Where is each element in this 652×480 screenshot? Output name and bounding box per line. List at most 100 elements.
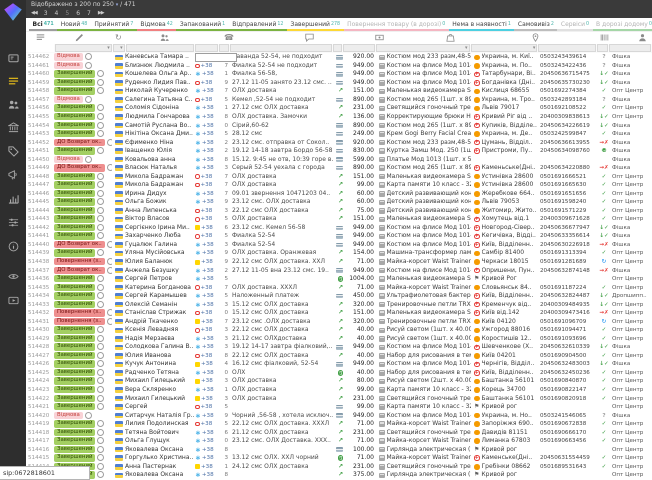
tracking-number[interactable] bbox=[539, 471, 598, 479]
page-button[interactable]: 5 bbox=[65, 10, 69, 17]
tracking-number[interactable]: 0503242599847 bbox=[539, 130, 598, 138]
tracking-number[interactable]: 0501691187224 bbox=[539, 284, 598, 292]
phone-value[interactable]: +38 bbox=[202, 122, 214, 130]
table-row[interactable]: 514462 Відмова Каневська Тамара .. ∗+38 … bbox=[26, 53, 652, 62]
tracking-number[interactable]: 0503242893184 bbox=[539, 96, 598, 104]
filter-cell-ts[interactable] bbox=[597, 44, 608, 52]
table-row[interactable]: 514458 Завершений Николай Кучеренко ∗+38… bbox=[26, 87, 652, 96]
tracking-number[interactable] bbox=[539, 403, 598, 411]
tracking-number[interactable]: 0501691093696 bbox=[539, 335, 598, 343]
page-button[interactable]: 7 bbox=[87, 10, 91, 17]
tracking-number[interactable]: 0501691313394 bbox=[539, 249, 598, 257]
table-row[interactable]: 514433 Завершений Олексій Семанін ∗+38 3… bbox=[26, 300, 652, 309]
table-row[interactable]: 514437 ДО Возврат ок.. Анжела Безушку ∗+… bbox=[26, 266, 652, 275]
tracking-number[interactable]: 0503243422436 bbox=[539, 62, 598, 70]
clients-icon[interactable] bbox=[0, 96, 26, 112]
tracking-number[interactable]: 20450636613955 bbox=[539, 139, 598, 147]
table-row[interactable]: 514443 Завершений Віктор Власов +38 5 ОЛ… bbox=[26, 215, 652, 224]
phone-value[interactable]: +38 bbox=[202, 275, 214, 283]
phone-value[interactable]: +38 bbox=[201, 318, 213, 326]
tracking-number[interactable]: 0501690840870 bbox=[539, 377, 598, 385]
phone-value[interactable]: +38 bbox=[201, 326, 213, 334]
filter-cell-id[interactable] bbox=[26, 44, 54, 52]
tracking-number[interactable]: 20450634220880 bbox=[539, 164, 598, 172]
phone-value[interactable]: +38 bbox=[202, 301, 214, 309]
tracking-number[interactable]: 20450630226918 bbox=[539, 241, 598, 249]
phone-value[interactable]: +38 bbox=[201, 284, 213, 292]
phone-value[interactable]: +38 bbox=[201, 232, 213, 240]
phone-value[interactable]: +38 bbox=[202, 87, 214, 95]
tab-Прийнятий[interactable]: Прийнятий7 bbox=[91, 19, 137, 32]
table-row[interactable]: 514445 Завершений Ольга Божик ∗+38 9 23.… bbox=[26, 198, 652, 207]
tracking-number[interactable]: 20450635730230 bbox=[539, 79, 598, 87]
info-icon[interactable] bbox=[0, 238, 26, 254]
tracking-number[interactable]: 0501691651656 bbox=[539, 190, 598, 198]
table-row[interactable]: 514430 Завершений Ксенія Левадняя +38 3 … bbox=[26, 326, 652, 335]
phone-value[interactable]: +38 bbox=[202, 437, 214, 445]
tracking-number[interactable]: 20450636677947 bbox=[539, 224, 598, 232]
table-row[interactable]: 514415 Завершений Горгулько Христина.. ∗… bbox=[26, 454, 652, 463]
tracking-number[interactable]: 20450632874148 bbox=[539, 267, 598, 275]
phone-value[interactable]: +38 bbox=[202, 70, 214, 78]
table-row[interactable]: 514419 Завершений Лилия Подолинская +38 … bbox=[26, 420, 652, 429]
phone-value[interactable]: +38 bbox=[201, 96, 213, 104]
table-row[interactable]: 514413 Завершений Яковалева Оксана ∗+38 … bbox=[26, 471, 652, 480]
tab-Повернення товару (в дорозі)[interactable]: Повернення товару (в дорозі)0 bbox=[344, 19, 449, 32]
filter-cell-ph[interactable] bbox=[195, 44, 218, 52]
phone-value[interactable]: +38 bbox=[201, 360, 213, 368]
tracking-number[interactable]: 0501692108522 bbox=[539, 104, 598, 112]
filter-cell-pr[interactable] bbox=[343, 44, 375, 52]
phone-value[interactable]: +38 bbox=[202, 446, 214, 454]
marketing-icon[interactable] bbox=[0, 166, 26, 182]
table-row[interactable]: 514454 Завершений Самотій Руслана Во.. ∗… bbox=[26, 121, 652, 130]
tracking-number[interactable]: 20450632483003 bbox=[539, 360, 598, 368]
tracking-number[interactable] bbox=[539, 446, 598, 454]
tracking-number[interactable]: 0501690904500 bbox=[539, 352, 598, 360]
table-row[interactable]: 514424 Завершений Михаил Гилецький +38 3… bbox=[26, 377, 652, 386]
statistics-icon[interactable] bbox=[0, 190, 26, 206]
table-row[interactable]: 514460 Завершений Кошелева Ольга Ар.. ∗+… bbox=[26, 70, 652, 79]
tracking-number[interactable]: 0501691096709 bbox=[539, 318, 598, 326]
video-icon[interactable] bbox=[0, 292, 26, 308]
tracking-number[interactable]: 0503241546065 bbox=[539, 412, 598, 420]
table-row[interactable]: 514453 Завершений Нікітіна Оксана Дми.. … bbox=[26, 130, 652, 139]
phone-value[interactable]: +38 bbox=[201, 181, 213, 189]
tracking-number[interactable]: 20400309473416 bbox=[539, 309, 598, 317]
tab-Самовивіз[interactable]: Самовивіз2 bbox=[514, 19, 557, 32]
phone-value[interactable]: +38 bbox=[202, 471, 214, 479]
phone-value[interactable]: +38 bbox=[202, 267, 214, 275]
table-row[interactable]: 514420 Відмова Ситарчук Наталія Гр.. ∗+3… bbox=[26, 411, 652, 420]
phone-value[interactable]: +38 bbox=[202, 113, 214, 121]
table-row[interactable]: 514444 Завершений Анна Липенська +38 3 2… bbox=[26, 207, 652, 216]
phone-value[interactable]: +38 bbox=[201, 420, 213, 428]
table-row[interactable]: 514436 Завершений Сергей Петров ∗+38 5 ₴… bbox=[26, 275, 652, 284]
table-row[interactable]: 514442 Завершений Сергієнко Ірина Ми.. +… bbox=[26, 224, 652, 233]
table-row[interactable]: 514457 Відмова Салегина Татьяна С.. +38 … bbox=[26, 96, 652, 105]
phone-value[interactable]: +38 bbox=[201, 215, 213, 223]
phone-value[interactable]: +38 bbox=[201, 207, 213, 215]
last-page-button[interactable]: ▶▶ bbox=[98, 10, 104, 16]
table-row[interactable]: 514435 Завершений Катерина Богданова +38… bbox=[26, 283, 652, 292]
page-button[interactable]: 6 bbox=[76, 10, 80, 17]
table-row[interactable]: 514440 ДО Возврат ок.. Гуцалюк Галина ∗+… bbox=[26, 241, 652, 250]
page-button[interactable]: 3 bbox=[44, 10, 48, 17]
phone-value[interactable]: +38 bbox=[202, 429, 214, 437]
phone-value[interactable]: +38 bbox=[201, 62, 213, 70]
filter-cell-cm[interactable] bbox=[230, 44, 332, 52]
phone-value[interactable]: +38 bbox=[202, 156, 214, 164]
filter-cell-addr[interactable]: ▾ bbox=[471, 44, 538, 52]
table-row[interactable]: 514456 Завершений Соломія Сідоніна ∗+38 … bbox=[26, 104, 652, 113]
table-row[interactable]: 514432 Повернення (з.. Станіслав Стрижак… bbox=[26, 309, 652, 318]
table-row[interactable]: 514451 Завершений Іващенко Юлія ∗+38 2 1… bbox=[26, 147, 652, 156]
phone-value[interactable]: +38 bbox=[201, 377, 213, 385]
table-row[interactable]: 514450 Відмова Ковальова анна ∗+38 8 15.… bbox=[26, 155, 652, 164]
tracking-number[interactable]: 0501690663456 bbox=[539, 437, 598, 445]
tab-В дорозі додому[interactable]: В дорозі додому0 bbox=[593, 19, 652, 32]
phone-value[interactable]: +38 bbox=[202, 241, 214, 249]
orders-icon[interactable] bbox=[0, 73, 26, 89]
table-row[interactable]: 514421 Завершений Сергей +38 5 99.00 Кар… bbox=[26, 403, 652, 412]
company-icon[interactable] bbox=[0, 119, 26, 135]
filter-cell-nm[interactable] bbox=[126, 44, 195, 52]
phone-value[interactable]: +38 bbox=[202, 198, 214, 206]
tracking-number[interactable]: 0501692274384 bbox=[539, 87, 598, 95]
